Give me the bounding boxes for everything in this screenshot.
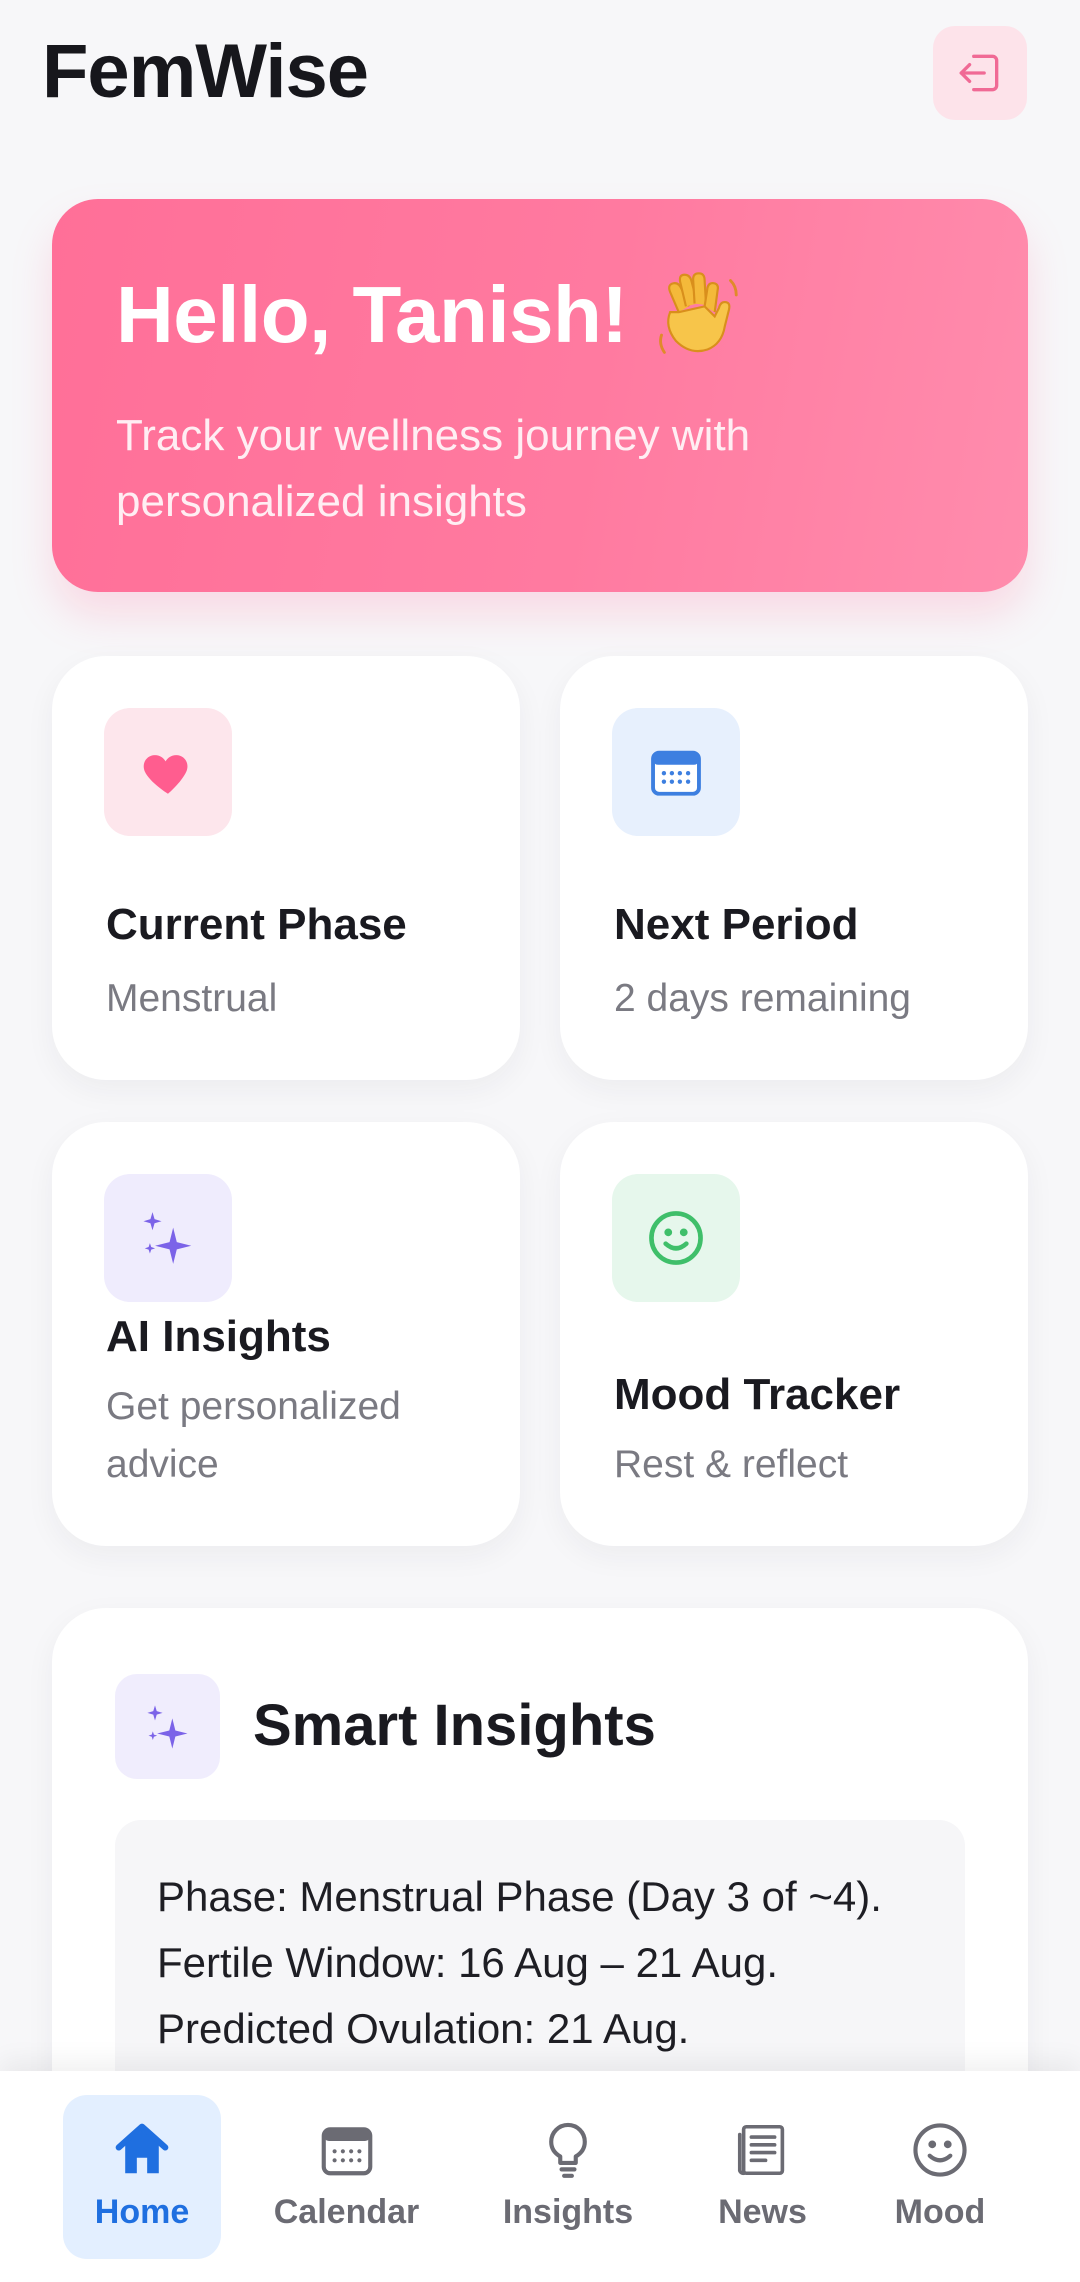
current-phase-icon-tile [104, 708, 232, 836]
nav-mood[interactable]: Mood [878, 2095, 1002, 2259]
current-phase-value: Menstrual [106, 977, 278, 1020]
ai-insights-title: AI Insights [106, 1312, 331, 1361]
nav-insights[interactable]: Insights [488, 2095, 648, 2259]
heart-icon [143, 755, 188, 794]
mood-tracker-subtitle: Rest & reflect [614, 1443, 849, 1486]
app-header: FemWise [0, 0, 1080, 150]
lightbulb-icon [549, 2122, 587, 2178]
smart-insights-title: Smart Insights [253, 1693, 656, 1758]
insight-line-phase: Phase: Menstrual Phase (Day 3 of ~4). [157, 1873, 882, 1920]
nav-insights-label: Insights [502, 2193, 634, 2231]
current-phase-card[interactable]: Current Phase Menstrual [52, 656, 520, 1080]
next-period-title: Next Period [614, 900, 859, 949]
bottom-navigation: Home Calendar Insights News Mood [0, 2071, 1080, 2282]
nav-calendar[interactable]: Calendar [264, 2095, 429, 2259]
current-phase-title: Current Phase [106, 900, 407, 949]
insight-line-fertile-window: Fertile Window: 16 Aug – 21 Aug. [157, 1939, 779, 1986]
news-icon [737, 2124, 784, 2176]
nav-calendar-label: Calendar [273, 2193, 420, 2231]
mood-tracker-card[interactable]: Mood Tracker Rest & reflect [560, 1122, 1028, 1546]
ai-insights-icon-tile [104, 1174, 232, 1302]
hero-subtitle: Track your wellness journey with persona… [116, 411, 751, 526]
smile-icon [649, 1211, 703, 1265]
app-title: FemWise [42, 29, 369, 114]
smile-icon [913, 2123, 967, 2177]
nav-news[interactable]: News [700, 2095, 825, 2259]
mood-tracker-title: Mood Tracker [614, 1370, 901, 1419]
waving-hand-icon [658, 272, 738, 354]
nav-mood-label: Mood [894, 2193, 986, 2231]
calendar-icon [321, 2127, 372, 2176]
ai-insights-card[interactable]: AI Insights Get personalized advice [52, 1122, 520, 1546]
mood-tracker-icon-tile [612, 1174, 740, 1302]
nav-news-label: News [718, 2193, 807, 2231]
nav-home-label: Home [94, 2193, 190, 2231]
greeting-text: Hello, Tanish! [116, 270, 628, 359]
welcome-banner: Hello, Tanish! Track your wellness journ… [52, 199, 1028, 592]
next-period-value: 2 days remaining [614, 977, 911, 1020]
nav-home[interactable]: Home [63, 2095, 221, 2259]
home-screen: FemWise Hello, Tanish! Track your wellne… [0, 0, 1080, 2282]
insight-line-ovulation: Predicted Ovulation: 21 Aug. [157, 2005, 690, 2052]
sparkles-icon [146, 1704, 187, 1749]
next-period-icon-tile [612, 708, 740, 836]
calendar-icon [651, 750, 701, 796]
logout-icon [959, 54, 999, 92]
logout-button[interactable] [933, 26, 1027, 120]
smart-insights-icon-tile [115, 1674, 220, 1779]
sparkles-icon [143, 1212, 192, 1264]
home-icon [115, 2123, 169, 2174]
next-period-card[interactable]: Next Period 2 days remaining [560, 656, 1028, 1080]
ai-insights-subtitle: Get personalized advice [106, 1385, 401, 1486]
